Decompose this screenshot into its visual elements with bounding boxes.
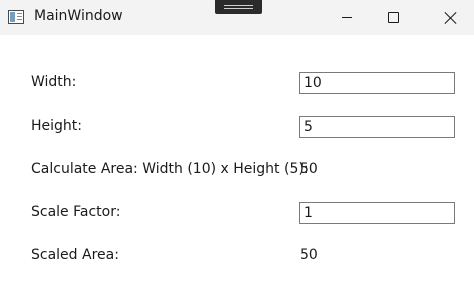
minimize-icon [342, 17, 352, 18]
area-label: Calculate Area: Width (10) x Height (5): [31, 161, 309, 177]
close-button[interactable] [428, 0, 474, 35]
minimize-button[interactable] [324, 0, 370, 35]
scale-factor-input[interactable] [299, 202, 455, 224]
close-icon [445, 12, 457, 24]
width-label: Width: [31, 74, 77, 90]
maximize-button[interactable] [370, 0, 416, 35]
snap-layout-handle[interactable] [215, 0, 262, 14]
scaled-area-label: Scaled Area: [31, 247, 119, 263]
main-window: MainWindow Width: Height: Calculate Area… [0, 0, 474, 300]
maximize-icon [387, 12, 399, 23]
height-input[interactable] [299, 116, 455, 138]
window-title: MainWindow [34, 8, 123, 24]
height-label: Height: [31, 118, 82, 134]
title-bar[interactable]: MainWindow [0, 0, 474, 35]
app-window-icon [8, 10, 24, 24]
width-input[interactable] [299, 72, 455, 94]
area-value: 50 [300, 161, 318, 177]
scaled-area-value: 50 [300, 247, 318, 263]
scale-factor-label: Scale Factor: [31, 204, 121, 220]
